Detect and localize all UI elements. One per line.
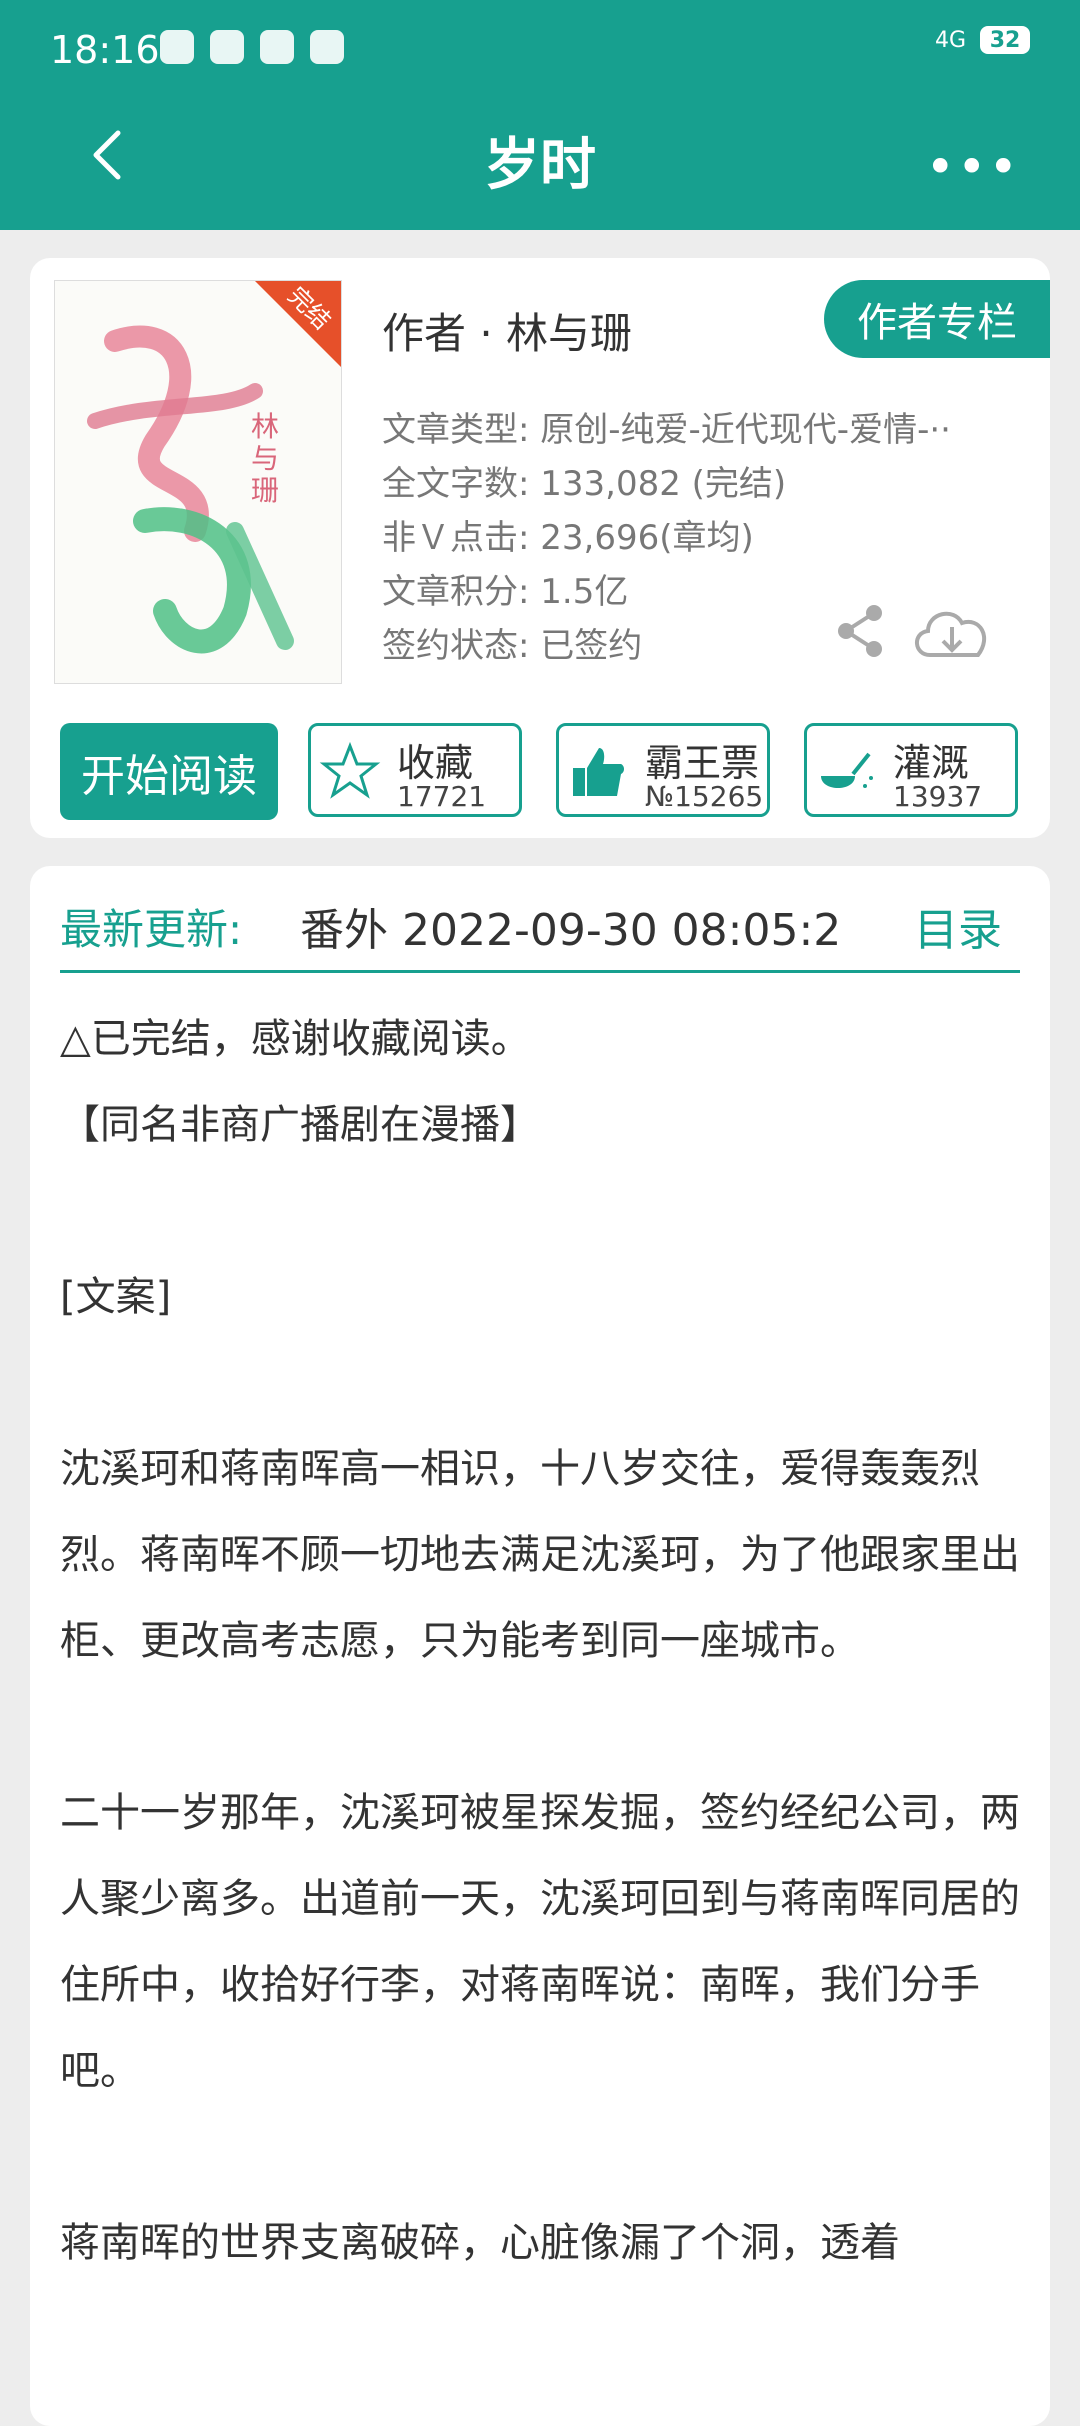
page-title: 岁时: [484, 133, 596, 198]
vote-button[interactable]: 霸王票 №15265: [556, 723, 770, 817]
synopsis-line: [文案]: [60, 1274, 172, 1320]
thumbs-up-icon: [573, 748, 624, 796]
vote-label: 霸王票: [645, 741, 760, 785]
status-right: 4G 32: [935, 26, 1030, 54]
info-word-count: 全文字数: 133,082 (完结): [382, 464, 787, 504]
more-icon[interactable]: •••: [926, 138, 1020, 196]
synopsis-paragraph: 二十一岁那年，沈溪珂被星探发掘，签约经纪公司，两人聚少离多。出道前一天，沈溪珂回…: [60, 1790, 1020, 2094]
content-card: 最新更新: 番外 2022-09-30 08:05:2 目录 △已完结，感谢收藏…: [30, 866, 1050, 2426]
network-label: 4G: [934, 27, 966, 53]
cover-art-icon: [55, 281, 341, 683]
qq-icon: [160, 30, 194, 64]
vote-count: №15265: [645, 780, 764, 813]
author-column-button[interactable]: 作者专栏: [824, 280, 1050, 358]
favorite-label: 收藏: [397, 741, 474, 785]
status-time: 18:16: [50, 28, 160, 72]
synopsis-text: △已完结，感谢收藏阅读。 【同名非商广播剧在漫播】 [文案] 沈溪珂和蒋南晖高一…: [60, 996, 1020, 2286]
latest-update-label: 最新更新:: [60, 905, 243, 954]
synopsis-line: △已完结，感谢收藏阅读。: [60, 1016, 531, 1062]
battery-icon: 32: [980, 26, 1030, 54]
divider: [60, 970, 1020, 973]
book-cover[interactable]: 完结 林与珊: [54, 280, 342, 684]
favorite-count: 17721: [397, 780, 487, 813]
info-type: 文章类型: 原创-纯爱-近代现代-爱情-··: [382, 410, 951, 450]
favorite-button[interactable]: 收藏 17721: [308, 723, 522, 817]
nav-bar: 岁时 •••: [0, 100, 1080, 230]
water-label: 灌溉: [893, 741, 970, 785]
synopsis-paragraph: 沈溪珂和蒋南晖高一相识，十八岁交往，爱得轰轰烈烈。蒋南晖不顾一切地去满足沈溪珂，…: [60, 1446, 1020, 1664]
wechat-icon: [310, 30, 344, 64]
synopsis-paragraph: 蒋南晖的世界支离破碎，心脏像漏了个洞，透着: [60, 2220, 900, 2266]
status-bar: 18:16 4G 32: [0, 0, 1080, 100]
synopsis-line: 【同名非商广播剧在漫播】: [60, 1102, 540, 1148]
share-icon[interactable]: [836, 603, 886, 659]
water-count: 13937: [893, 780, 983, 813]
toc-link[interactable]: 目录: [914, 894, 1002, 958]
weibo-icon: [210, 30, 244, 64]
start-reading-button[interactable]: 开始阅读: [60, 723, 278, 820]
message-icon: [260, 30, 294, 64]
download-icon[interactable]: [910, 603, 994, 663]
cover-author: 林与珊: [251, 410, 280, 507]
water-button[interactable]: 灌溉 13937: [804, 723, 1018, 817]
info-clicks: 非Ｖ点击: 23,696(章均): [382, 518, 754, 558]
app-header: 18:16 4G 32 岁时 •••: [0, 0, 1080, 230]
book-info-card: 完结 林与珊 作者 · 林与珊 作者专栏 文章类型: 原创-纯爱-近代现代-爱情…: [30, 258, 1050, 838]
notification-icons: [160, 30, 344, 64]
watering-can-icon: [821, 752, 873, 788]
star-icon: [319, 741, 381, 799]
latest-update-chapter[interactable]: 番外 2022-09-30 08:05:2: [300, 894, 870, 958]
author-line[interactable]: 作者 · 林与珊: [382, 300, 632, 361]
